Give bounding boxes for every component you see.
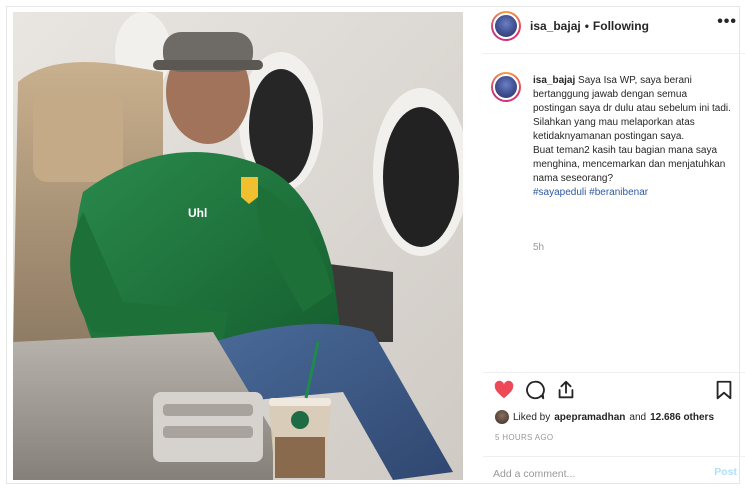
more-horizontal-icon[interactable]: ••• <box>717 14 737 30</box>
comment-icon[interactable] <box>524 379 546 401</box>
post-header: isa_bajaj • Following ••• <box>483 0 745 54</box>
likes-count[interactable]: 12.686 others <box>650 412 714 423</box>
liker-username[interactable]: apepramadhan <box>554 412 625 423</box>
comment-input[interactable] <box>493 466 693 482</box>
author-avatar[interactable] <box>491 11 521 41</box>
heart-filled-icon[interactable] <box>493 379 515 401</box>
caption-text: isa_bajaj Saya Isa WP, saya berani berta… <box>533 74 733 200</box>
caption-hashtags[interactable]: #sayapeduli #beranibenar <box>533 187 648 198</box>
post-timestamp[interactable]: 5 HOURS AGO <box>495 433 553 442</box>
post-side-panel: isa_bajaj • Following ••• isa_bajaj Saya… <box>483 0 745 489</box>
comment-box: Post <box>483 456 745 489</box>
caption-author-avatar[interactable] <box>491 72 521 102</box>
likes-and: and <box>629 411 647 423</box>
caption-time-ago: 5h <box>533 242 545 253</box>
author-info: isa_bajaj • Following <box>530 19 649 33</box>
action-bar <box>483 372 745 406</box>
likes-prefix: Liked by <box>513 411 551 423</box>
caption-line-3: Buat teman2 kasih tau bagian mana saya m… <box>533 145 726 184</box>
caption-username[interactable]: isa_bajaj <box>533 75 575 86</box>
caption-area: isa_bajaj Saya Isa WP, saya berani berta… <box>483 66 745 366</box>
photo-illustration: Uhl <box>13 12 463 480</box>
jacket-logo: Uhl <box>188 206 207 220</box>
author-username[interactable]: isa_bajaj <box>530 19 581 33</box>
bookmark-icon[interactable] <box>713 379 735 401</box>
liker-avatar[interactable] <box>495 410 509 424</box>
caption-line-2: Silahkan yang mau melaporkan atas ketida… <box>533 117 695 142</box>
likes-summary: Liked by apepramadhan and 12.686 others <box>495 410 714 424</box>
post-comment-button[interactable]: Post <box>714 466 737 478</box>
share-icon[interactable] <box>555 379 577 401</box>
post-photo[interactable]: Uhl <box>13 12 463 480</box>
separator-dot: • <box>584 19 589 33</box>
follow-button[interactable]: Following <box>593 19 649 33</box>
